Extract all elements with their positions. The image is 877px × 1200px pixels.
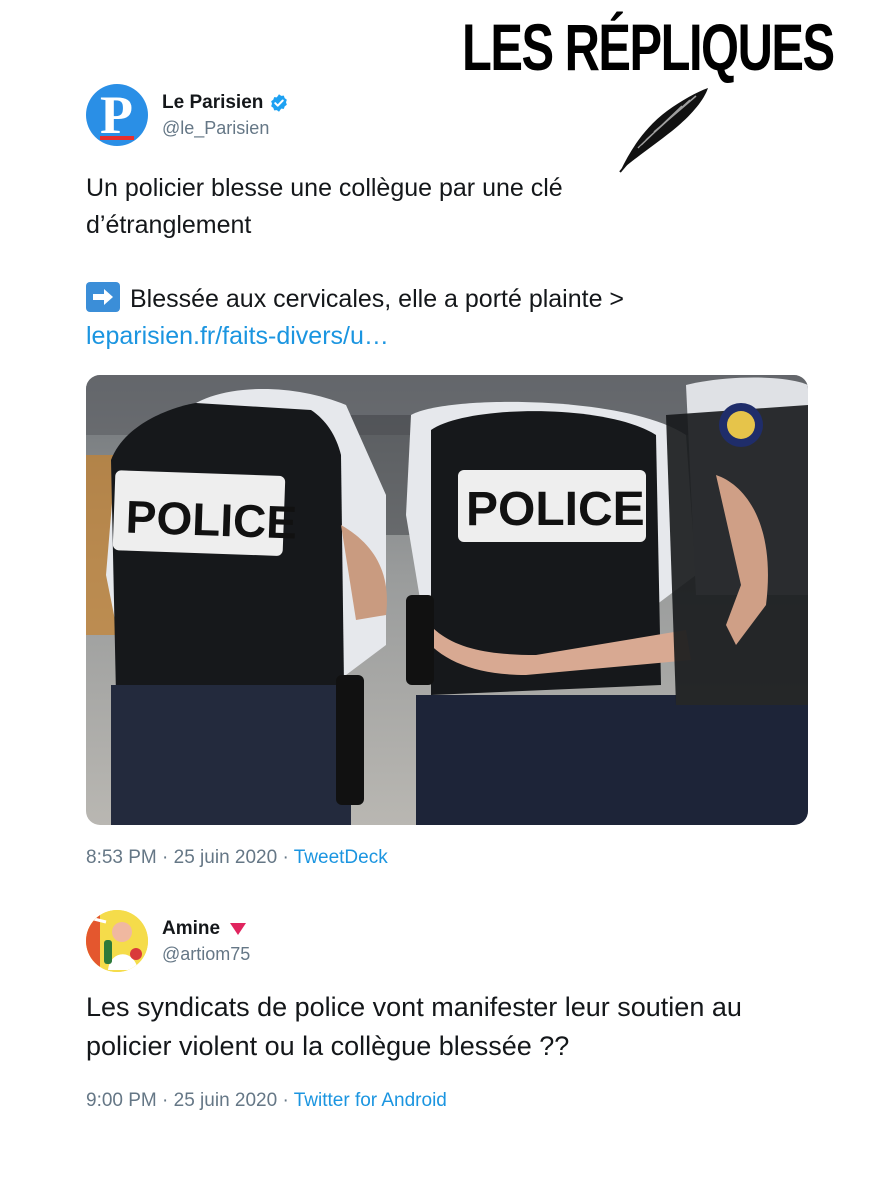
brand-header: LES RÉPLIQUES [462,14,842,84]
police-officers-photo: POLICE POLICE [86,375,808,825]
tweet-text: Les syndicats de police vont manifester … [86,992,742,1061]
avatar[interactable]: P [86,84,148,146]
cartoon-avatar-icon [86,910,148,972]
author-handle[interactable]: @le_Parisien [162,118,269,139]
tweet-photo[interactable]: POLICE POLICE [86,375,808,825]
tweet-source-link[interactable]: Twitter for Android [294,1090,447,1111]
tweet-timestamp[interactable]: 9:00 PM · 25 juin 2020 · [86,1090,294,1111]
author-handle[interactable]: @artiom75 [162,944,250,965]
brand-title: LES RÉPLIQUES [462,10,835,84]
tweet-text: Un policier blesse une collègue par une … [86,170,816,355]
tweet-text-line: Un policier blesse une collègue par une … [86,174,563,202]
author-name-row[interactable]: Le Parisien [162,92,289,114]
author-name[interactable]: Amine [162,918,220,940]
vest-label-right: POLICE [466,483,645,536]
tweet-header: Amine @artiom75 [86,910,816,974]
right-arrow-emoji-icon [86,282,120,312]
tweet-meta: 9:00 PM · 25 juin 2020 · Twitter for And… [86,1090,816,1112]
author-name[interactable]: Le Parisien [162,92,263,114]
avatar[interactable] [86,910,148,972]
reply-tweet-card[interactable]: Amine @artiom75 Les syndicats de police … [86,910,816,1112]
author-name-row[interactable]: Amine [162,918,247,940]
tweet-meta: 8:53 PM · 25 juin 2020 · TweetDeck [86,847,816,869]
tweet-source-link[interactable]: TweetDeck [294,847,388,868]
article-link[interactable]: leparisien.fr/faits-divers/u… [86,322,389,350]
vest-label-left: POLICE [125,491,298,549]
verified-badge-icon [271,94,288,112]
tweet-header: P Le Parisien @le_Parisien [86,84,816,148]
tweet-text-line: d’étranglement [86,211,252,239]
red-triangle-icon [230,923,247,935]
tweet-card[interactable]: P Le Parisien @le_Parisien Un policier b… [86,84,816,869]
tweet-text-line: Blessée aux cervicales, elle a porté pla… [86,281,816,318]
tweet-timestamp[interactable]: 8:53 PM · 25 juin 2020 · [86,847,294,868]
